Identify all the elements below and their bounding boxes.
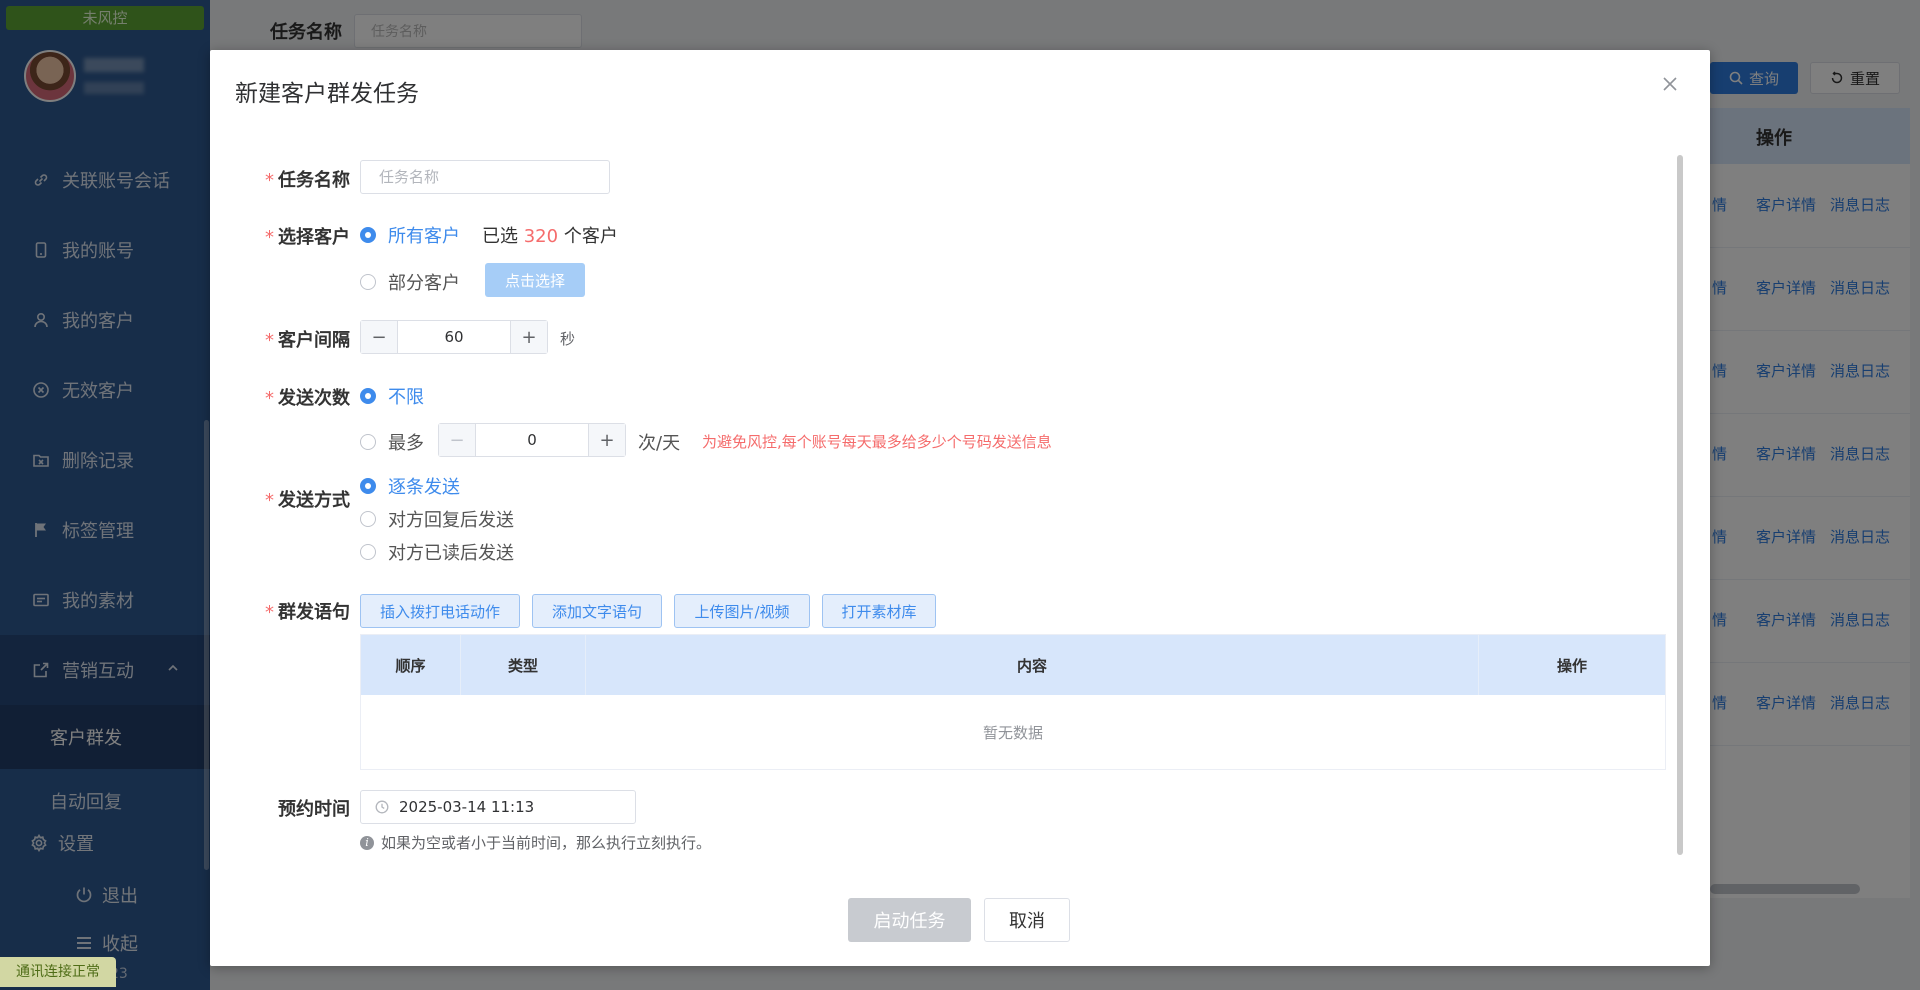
schedule-datetime-input[interactable]: 2025-03-14 11:13 bbox=[360, 790, 636, 824]
message-table: 顺序 类型 内容 操作 暂无数据 bbox=[360, 634, 1666, 770]
schedule-hint-text: 如果为空或者小于当前时间，那么执行立刻执行。 bbox=[381, 834, 712, 852]
max-times-stepper[interactable]: − 0 + bbox=[438, 423, 626, 457]
connection-status-badge: 通讯连接正常 bbox=[0, 957, 116, 987]
schedule-label: 预约时间 bbox=[278, 799, 350, 820]
max-times-unit: 次/天 bbox=[638, 433, 681, 454]
insert-call-action-button[interactable]: 插入拨打电话动作 bbox=[360, 594, 520, 628]
messages-label: * 群发语句 bbox=[265, 602, 350, 623]
column-header-actions: 操作 bbox=[1479, 635, 1665, 695]
selected-count-text: 已选 320 个客户 bbox=[482, 226, 618, 247]
task-name-label: * 任务名称 bbox=[265, 170, 350, 191]
column-header-order: 顺序 bbox=[361, 635, 461, 695]
decrement-button[interactable]: − bbox=[361, 321, 397, 353]
radio-send-one-by-one[interactable]: 逐条发送 bbox=[360, 473, 460, 499]
dialog-title: 新建客户群发任务 bbox=[235, 81, 419, 107]
schedule-hint: i 如果为空或者小于当前时间，那么执行立刻执行。 bbox=[360, 832, 711, 853]
radio-label: 对方回复后发送 bbox=[388, 510, 514, 531]
max-times-value[interactable]: 0 bbox=[475, 424, 589, 456]
column-header-type: 类型 bbox=[461, 635, 586, 695]
radio-label: 不限 bbox=[388, 387, 424, 408]
increment-button[interactable]: + bbox=[589, 424, 625, 456]
cancel-button[interactable]: 取消 bbox=[984, 898, 1070, 942]
radio-partial-customers[interactable]: 部分客户 bbox=[360, 269, 460, 295]
selected-count: 320 bbox=[523, 226, 559, 247]
decrement-button[interactable]: − bbox=[439, 424, 475, 456]
radio-label: 对方已读后发送 bbox=[388, 543, 514, 564]
schedule-value: 2025-03-14 11:13 bbox=[399, 798, 535, 816]
increment-button[interactable]: + bbox=[511, 321, 547, 353]
radio-label: 部分客户 bbox=[388, 273, 460, 294]
select-customer-label: * 选择客户 bbox=[265, 227, 350, 248]
radio-all-customers[interactable]: 所有客户 bbox=[360, 222, 460, 248]
new-broadcast-task-dialog: 新建客户群发任务 * 任务名称 任务名称 * 选择客户 所有客户 已选 320 个客… bbox=[210, 50, 1710, 966]
open-material-library-button[interactable]: 打开素材库 bbox=[822, 594, 936, 628]
interval-unit: 秒 bbox=[560, 330, 576, 348]
close-icon[interactable] bbox=[1658, 72, 1682, 96]
radio-max-times[interactable]: 最多 bbox=[360, 429, 424, 455]
radio-label: 所有客户 bbox=[388, 226, 460, 247]
pick-customers-button[interactable]: 点击选择 bbox=[485, 263, 585, 297]
empty-table-text: 暂无数据 bbox=[982, 723, 1043, 742]
send-mode-label: * 发送方式 bbox=[265, 490, 350, 511]
column-header-content: 内容 bbox=[586, 635, 1479, 695]
radio-send-after-read[interactable]: 对方已读后发送 bbox=[360, 539, 514, 565]
task-name-input[interactable]: 任务名称 bbox=[360, 160, 610, 194]
add-text-message-button[interactable]: 添加文字语句 bbox=[532, 594, 662, 628]
send-times-label: * 发送次数 bbox=[265, 388, 350, 409]
radio-send-after-reply[interactable]: 对方回复后发送 bbox=[360, 506, 514, 532]
radio-unlimited[interactable]: 不限 bbox=[360, 383, 424, 409]
clock-icon bbox=[375, 800, 389, 814]
upload-media-button[interactable]: 上传图片/视频 bbox=[674, 594, 810, 628]
info-icon: i bbox=[360, 835, 374, 850]
radio-label: 最多 bbox=[388, 433, 424, 454]
start-task-button[interactable]: 启动任务 bbox=[848, 898, 971, 942]
interval-value[interactable]: 60 bbox=[397, 321, 511, 353]
interval-label: * 客户间隔 bbox=[265, 330, 350, 351]
risk-warning-text: 为避免风控,每个账号每天最多给多少个号码发送信息 bbox=[702, 433, 1052, 451]
dialog-scrollbar[interactable] bbox=[1677, 155, 1683, 855]
interval-stepper[interactable]: − 60 + bbox=[360, 320, 548, 354]
radio-label: 逐条发送 bbox=[388, 477, 460, 498]
